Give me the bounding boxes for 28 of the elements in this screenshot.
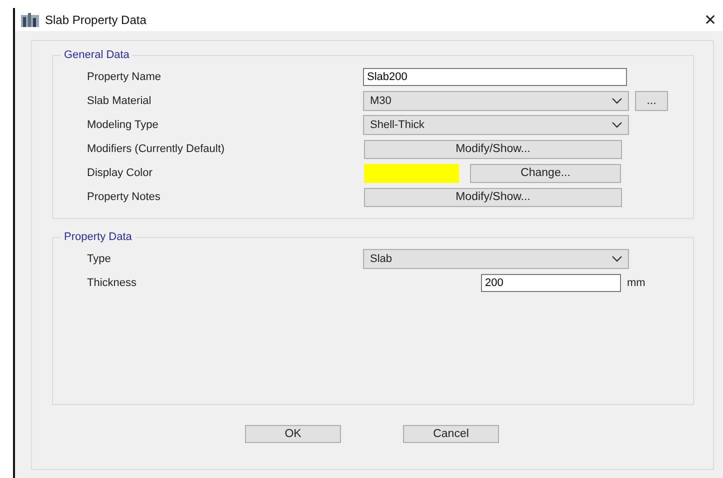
change-button[interactable]: Change... [470, 164, 621, 182]
browse-button[interactable]: ... [635, 91, 668, 111]
field-label: Property Name [87, 71, 162, 83]
ok-button[interactable]: OK [245, 425, 341, 443]
window-title: Slab Property Data [45, 12, 146, 26]
caret-icon [612, 98, 622, 104]
field-label: Type [87, 253, 112, 265]
caret-icon [612, 122, 622, 128]
cancel-button[interactable]: Cancel [403, 425, 499, 443]
close-button[interactable]: ✕ [704, 10, 717, 28]
field-label: Thickness [87, 277, 138, 289]
group-title: Property Data [63, 231, 133, 243]
modify-button[interactable]: Modify/Show... [364, 188, 622, 206]
dropdown[interactable]: Slab [363, 249, 629, 269]
caret-icon [612, 256, 622, 262]
dropdown[interactable]: Shell-Thick [363, 115, 629, 135]
thickness-field[interactable]: 200 [481, 274, 621, 292]
field-label: Modeling Type [87, 119, 160, 131]
dropdown[interactable]: M30 [363, 91, 629, 111]
field-label: Display Color [87, 167, 154, 179]
group-title: General Data [63, 49, 130, 61]
unit-label: mm [627, 277, 646, 289]
field-label: Slab Material [87, 95, 152, 107]
modify-button[interactable]: Modify/Show... [364, 140, 622, 158]
name-field[interactable]: Slab200 [363, 68, 627, 86]
field-label: Modifiers (Currently Default) [87, 143, 226, 155]
field-label: Property Notes [87, 191, 162, 203]
app-icon [21, 12, 39, 26]
